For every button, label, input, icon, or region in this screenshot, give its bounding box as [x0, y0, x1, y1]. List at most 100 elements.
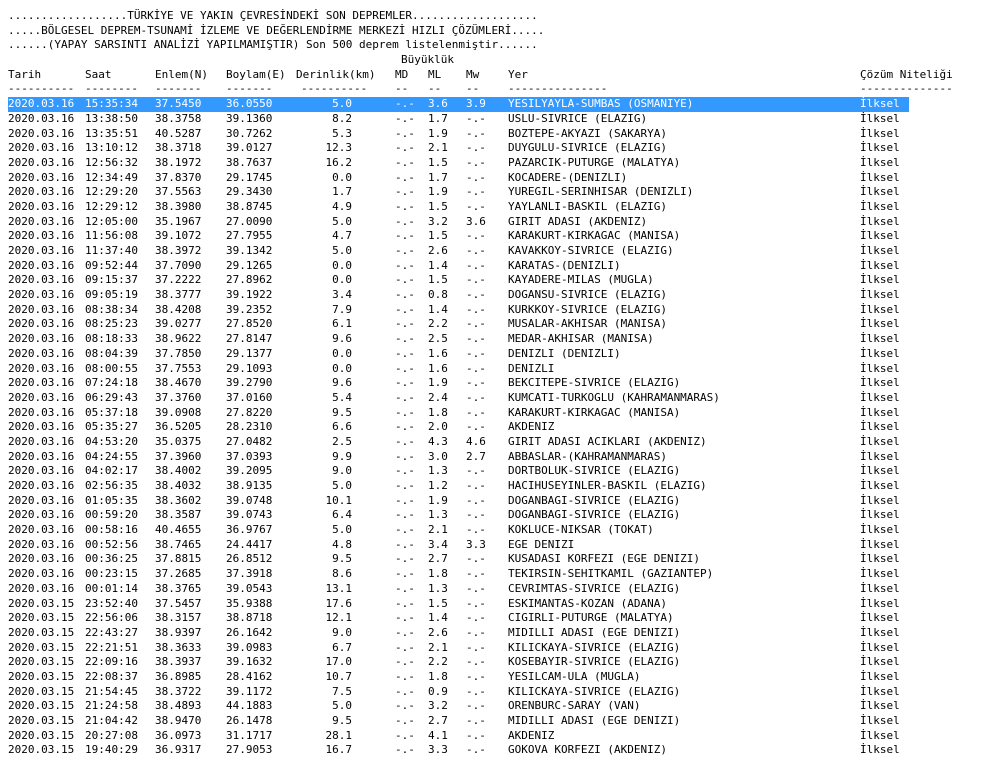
table-row[interactable]: 2020.03.16 13:10:12 38.3718 39.0127 12.3 -.- 2…	[8, 141, 1000, 156]
table-row[interactable]: 2020.03.16 13:38:50 38.3758 39.1360 8.2 -.- 1.…	[8, 112, 1000, 127]
table-row[interactable]: 2020.03.15 22:08:37 36.8985 28.4162 10.7 -.- 1…	[8, 670, 1000, 685]
table-row[interactable]: 2020.03.16 00:52:56 38.7465 24.4417 4.8 -.- 3.…	[8, 538, 1000, 553]
cell-lon: 29.1377	[226, 346, 273, 360]
table-row[interactable]: 2020.03.16 08:00:55 37.7553 29.1093 0.0 -.- 1.…	[8, 362, 1000, 377]
cell-time: 22:21:51	[85, 640, 138, 654]
table-row[interactable]: 2020.03.16 08:38:34 38.4208 39.2352 7.9 -.- 1.…	[8, 303, 1000, 318]
cell-lon: 39.0748	[226, 493, 273, 507]
cell-md: -.-	[395, 640, 415, 654]
cell-md: -.-	[395, 699, 415, 713]
table-row[interactable]: 2020.03.16 11:56:08 39.1072 27.7955 4.7 -.- 1.…	[8, 229, 1000, 244]
table-row[interactable]: 2020.03.16 05:35:27 36.5205 28.2310 6.6 -.- 2.…	[8, 420, 1000, 435]
table-row[interactable]: 2020.03.16 12:34:49 37.8370 29.1745 0.0 -.- 1.…	[8, 171, 1000, 186]
cell-md: -.-	[395, 141, 415, 155]
table-row[interactable]: 2020.03.16 08:04:39 37.7850 29.1377 0.0 -.- 1.…	[8, 347, 1000, 362]
cell-depth: 5.0	[332, 97, 352, 111]
table-row[interactable]: 2020.03.15 22:56:06 38.3157 38.8718 12.1 -.- 1…	[8, 611, 1000, 626]
cell-quality: İlksel	[860, 229, 900, 243]
cell-depth: 17.6	[325, 596, 353, 610]
table-row[interactable]: 2020.03.15 22:09:16 38.3937 39.1632 17.0 -.- 2…	[8, 655, 1000, 670]
cell-date: 2020.03.16	[8, 390, 75, 404]
cell-date: 2020.03.15	[8, 640, 75, 654]
cell-quality: İlksel	[860, 508, 900, 522]
cell-location: KUSADASI KORFEZI (EGE DENIZI)	[508, 552, 701, 566]
cell-date: 2020.03.16	[8, 493, 75, 507]
table-row[interactable]: 2020.03.15 22:43:27 38.9397 26.1642 9.0 -.- 2.…	[8, 626, 1000, 641]
cell-lon: 26.1642	[226, 625, 273, 639]
table-row[interactable]: 2020.03.16 00:59:20 38.3587 39.0743 6.4 -.- 1.…	[8, 508, 1000, 523]
cell-depth: 16.2	[325, 155, 353, 169]
cell-lat: 40.4655	[155, 523, 202, 537]
cell-time: 23:52:40	[85, 596, 138, 610]
cell-date: 2020.03.16	[8, 214, 75, 228]
cell-quality: İlksel	[860, 523, 900, 537]
cell-lat: 38.9622	[155, 332, 202, 346]
table-row[interactable]: 2020.03.16 09:05:19 38.3777 39.1922 3.4 -.- 0.…	[8, 288, 1000, 303]
table-row[interactable]: 2020.03.15 21:54:45 38.3722 39.1172 7.5 -.- 0.…	[8, 685, 1000, 700]
table-row[interactable]: 2020.03.16 05:37:18 39.0908 27.8220 9.5 -.- 1.…	[8, 406, 1000, 421]
table-row[interactable]: 2020.03.16 04:24:55 37.3960 37.0393 9.9 -.- 3.…	[8, 450, 1000, 465]
table-row[interactable]: 2020.03.15 21:04:42 38.9470 26.1478 9.5 -.- 2.…	[8, 714, 1000, 729]
col-header-depth: Derinlik(km)	[296, 67, 376, 81]
cell-depth: 3.4	[332, 288, 352, 302]
cell-depth: 5.0	[332, 699, 352, 713]
cell-ml: 1.5	[428, 199, 448, 213]
table-row[interactable]: 2020.03.16 06:29:43 37.3760 37.0160 5.4 -.- 2.…	[8, 391, 1000, 406]
table-row[interactable]: 2020.03.16 07:24:18 38.4670 39.2790 9.6 -.- 1.…	[8, 376, 1000, 391]
table-row[interactable]: 2020.03.16 12:29:12 38.3980 38.8745 4.9 -.- 1.…	[8, 200, 1000, 215]
sep-mw: --	[466, 82, 480, 96]
cell-mw: -.-	[466, 390, 486, 404]
table-row[interactable]: 2020.03.16 04:02:17 38.4002 39.2095 9.0 -.- 1.…	[8, 464, 1000, 479]
table-row[interactable]: 2020.03.15 21:24:58 38.4893 44.1883 5.0 -.- 3.…	[8, 699, 1000, 714]
cell-date: 2020.03.16	[8, 126, 75, 140]
table-row[interactable]: 2020.03.16 04:53:20 35.0375 27.0482 2.5 -.- 4.…	[8, 435, 1000, 450]
table-row[interactable]: 2020.03.16 09:15:37 37.2222 27.8962 0.0 -.- 1.…	[8, 273, 1000, 288]
table-row[interactable]: 2020.03.16 12:56:32 38.1972 38.7637 16.2 -.- 1…	[8, 156, 1000, 171]
cell-md: -.-	[395, 273, 415, 287]
cell-quality: İlksel	[860, 611, 900, 625]
cell-lat: 38.3980	[155, 199, 202, 213]
table-row[interactable]: 2020.03.15 19:40:29 36.9317 27.9053 16.7 -.- 3…	[8, 743, 1000, 758]
cell-lon: 39.2352	[226, 302, 273, 316]
cell-md: -.-	[395, 728, 415, 742]
cell-md: -.-	[395, 317, 415, 331]
cell-mw: -.-	[466, 479, 486, 492]
col-header-quality: Çözüm Niteliği	[860, 67, 953, 81]
cell-mw: -.-	[466, 376, 486, 390]
cell-lon: 27.8520	[226, 317, 273, 331]
cell-date: 2020.03.16	[8, 111, 75, 125]
cell-quality: İlksel	[860, 361, 900, 375]
table-row[interactable]: 2020.03.16 12:29:20 37.5563 29.3430 1.7 -.- 1.…	[8, 185, 1000, 200]
table-row[interactable]: 2020.03.15 20:27:08 36.0973 31.1717 28.1 -.- 4…	[8, 729, 1000, 744]
table-row[interactable]: 2020.03.16 00:01:14 38.3765 39.0543 13.1 -.- 1…	[8, 582, 1000, 597]
table-row[interactable]: 2020.03.16 11:37:40 38.3972 39.1342 5.0 -.- 2.…	[8, 244, 1000, 259]
table-row[interactable]: 2020.03.16 13:35:51 40.5287 30.7262 5.3 -.- 1.…	[8, 127, 1000, 142]
cell-md: -.-	[395, 361, 415, 375]
cell-location: MUSALAR-AKHISAR (MANISA)	[508, 317, 667, 331]
table-row[interactable]: 2020.03.16 00:36:25 37.8815 26.8512 9.5 -.- 2.…	[8, 552, 1000, 567]
cell-time: 09:52:44	[85, 258, 138, 272]
table-row[interactable]: 2020.03.15 22:21:51 38.3633 39.0983 6.7 -.- 2.…	[8, 641, 1000, 656]
cell-md: -.-	[395, 655, 415, 669]
table-row[interactable]: 2020.03.16 15:35:34 37.5450 36.0550 5.0 -.- 3.…	[8, 97, 909, 112]
cell-quality: İlksel	[860, 302, 900, 316]
table-row[interactable]: 2020.03.16 12:05:00 35.1967 27.0090 5.0 -.- 3.…	[8, 215, 1000, 230]
table-row[interactable]: 2020.03.16 00:58:16 40.4655 36.9767 5.0 -.- 2.…	[8, 523, 1000, 538]
cell-ml: 3.0	[428, 449, 448, 463]
table-row[interactable]: 2020.03.15 23:52:40 37.5457 35.9388 17.6 -.- 1…	[8, 597, 1000, 612]
cell-date: 2020.03.15	[8, 699, 75, 713]
cell-mw: -.-	[466, 155, 486, 169]
table-row[interactable]: 2020.03.16 00:23:15 37.2685 37.3918 8.6 -.- 1.…	[8, 567, 1000, 582]
cell-lon: 38.8718	[226, 611, 273, 625]
cell-date: 2020.03.16	[8, 464, 75, 478]
table-row[interactable]: 2020.03.16 02:56:35 38.4032 38.9135 5.0 -.- 1.…	[8, 479, 1000, 494]
cell-depth: 0.0	[332, 170, 352, 184]
cell-time: 00:01:14	[85, 581, 138, 595]
table-row[interactable]: 2020.03.16 09:52:44 37.7090 29.1265 0.0 -.- 1.…	[8, 259, 1000, 274]
cell-quality: İlksel	[860, 434, 900, 448]
table-row[interactable]: 2020.03.16 08:25:23 39.0277 27.8520 6.1 -.- 2.…	[8, 317, 1000, 332]
sep-quality: --------------	[860, 82, 953, 96]
cell-lon: 39.0543	[226, 581, 273, 595]
table-row[interactable]: 2020.03.16 01:05:35 38.3602 39.0748 10.1 -.- 1…	[8, 494, 1000, 509]
table-row[interactable]: 2020.03.16 08:18:33 38.9622 27.8147 9.6 -.- 2.…	[8, 332, 1000, 347]
